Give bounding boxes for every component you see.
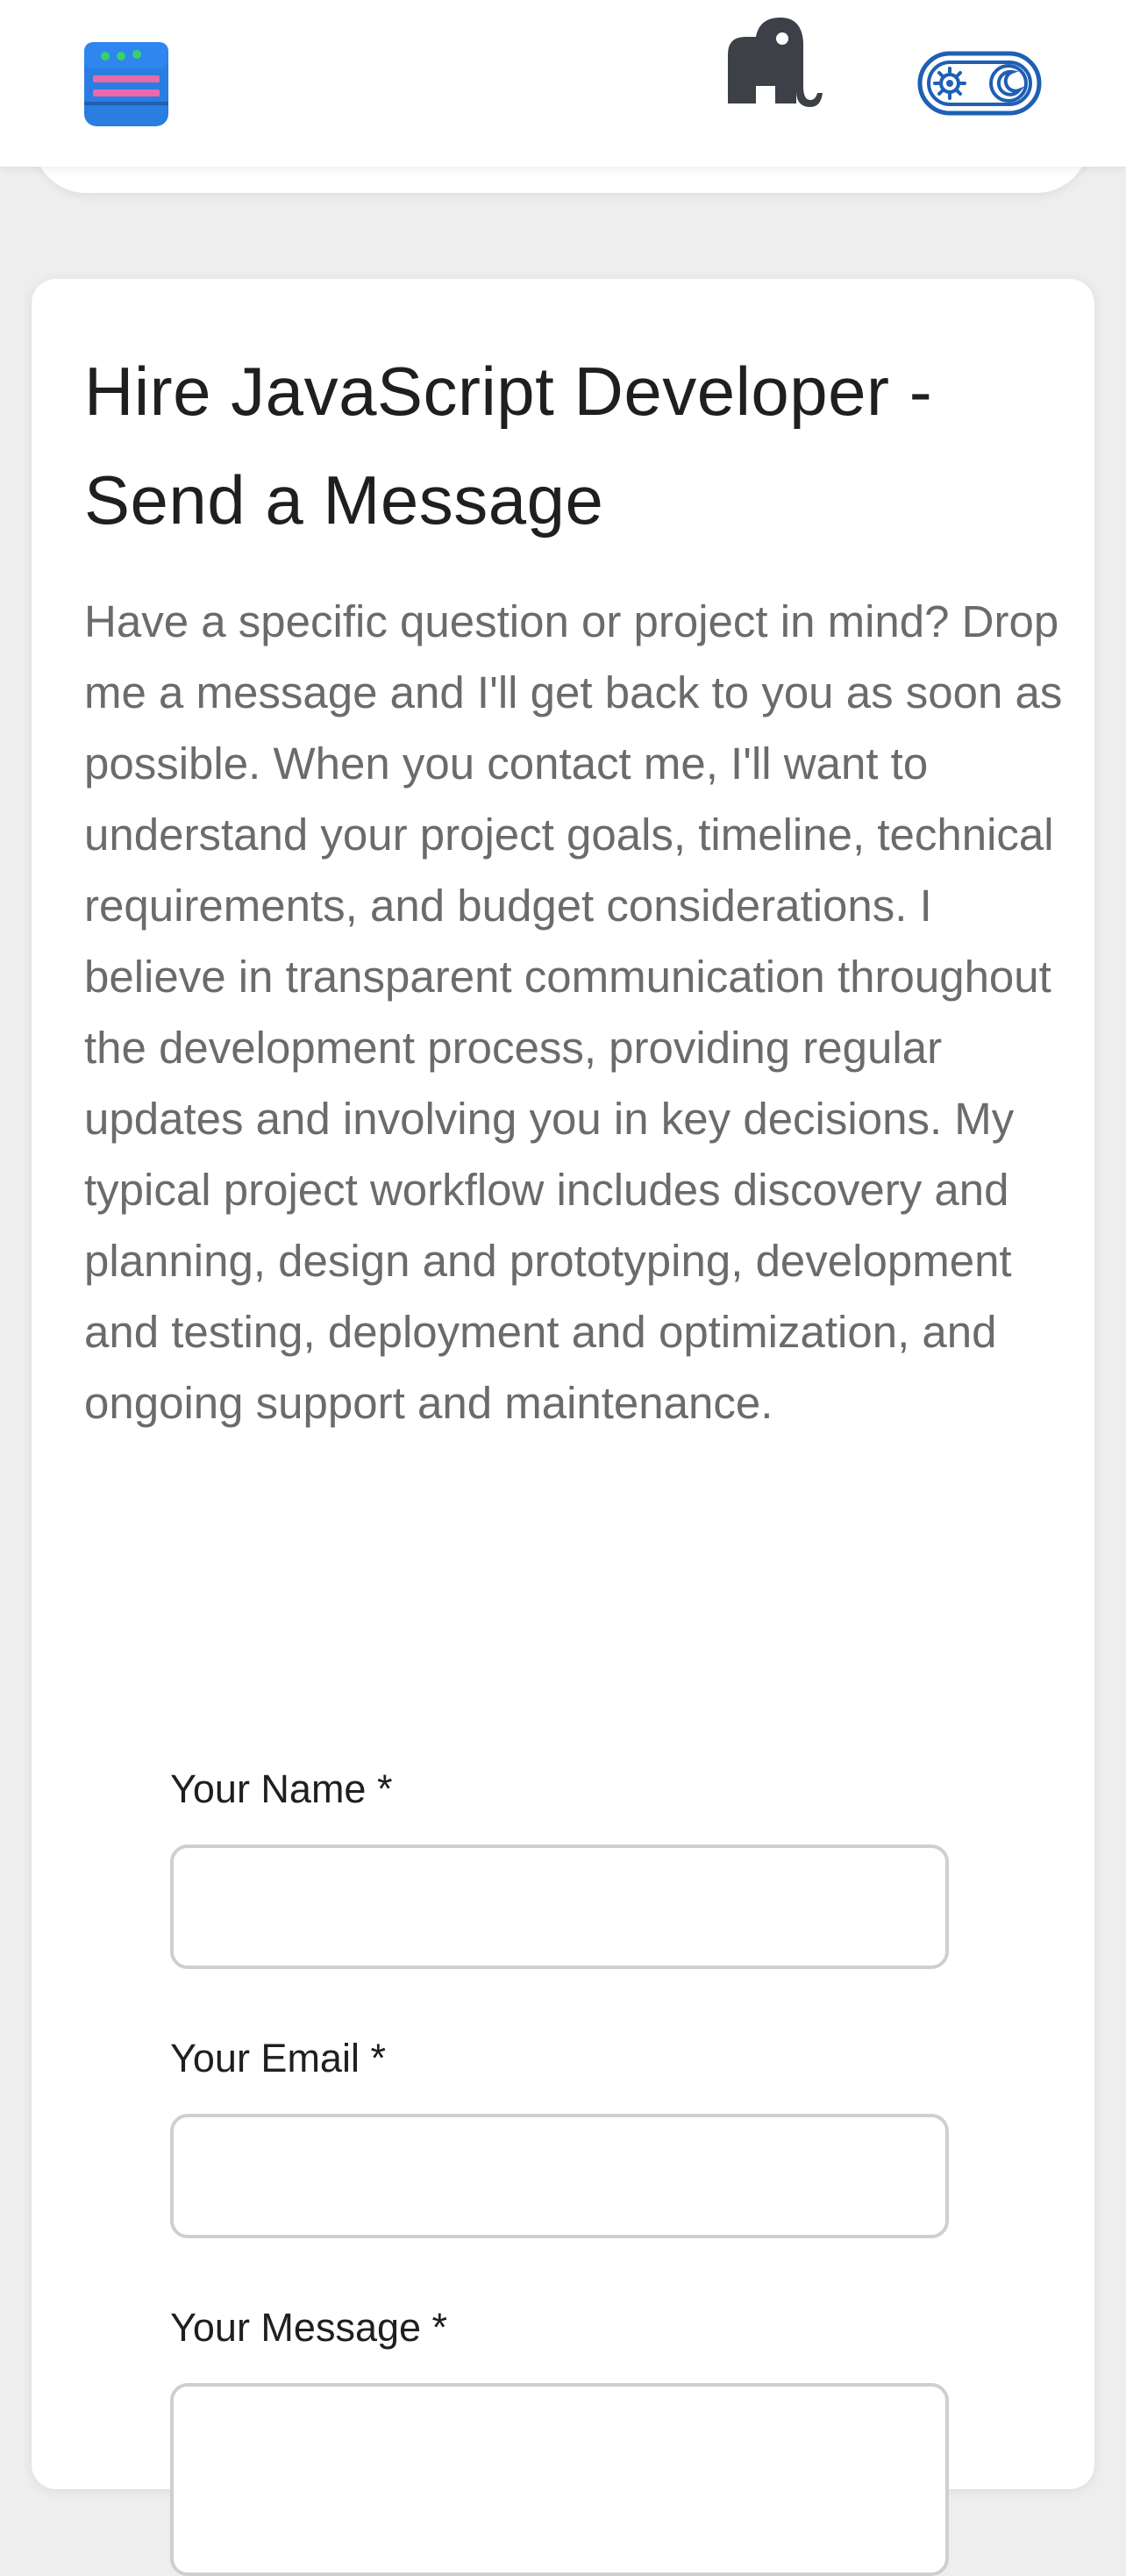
contact-card: Hire JavaScript Developer - Send a Messa… <box>32 279 1094 2576</box>
server-stack-icon[interactable] <box>82 40 170 128</box>
moon-icon <box>989 64 1028 103</box>
email-input[interactable] <box>170 2114 949 2238</box>
page-title: Hire JavaScript Developer - Send a Messa… <box>84 353 933 539</box>
message-textarea[interactable] <box>170 2383 949 2576</box>
top-header <box>0 0 1126 167</box>
contact-description: Have a specific question or project in m… <box>84 596 1063 1428</box>
gear-icon <box>933 67 966 100</box>
message-label: Your Message * <box>170 2305 448 2350</box>
name-label: Your Name * <box>170 1766 393 1811</box>
elephant-icon[interactable] <box>714 12 830 111</box>
name-input[interactable] <box>170 1845 949 1969</box>
theme-toggle[interactable] <box>917 51 1042 116</box>
email-label: Your Email * <box>170 2036 386 2080</box>
